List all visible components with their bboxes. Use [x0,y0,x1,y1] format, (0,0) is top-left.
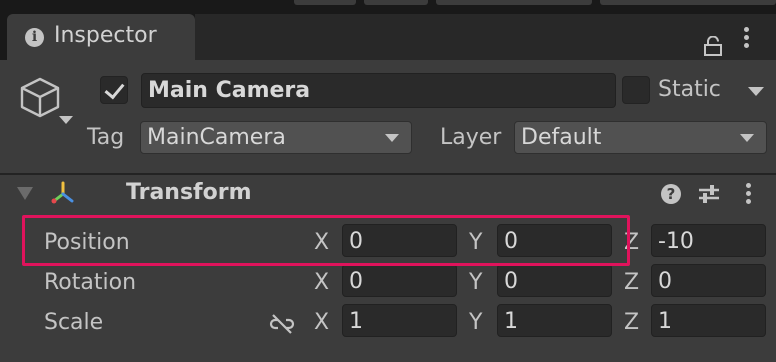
rotation-y-label[interactable]: Y [469,270,482,295]
active-checkbox[interactable] [100,76,128,104]
component-title: Transform [126,180,252,205]
help-icon[interactable] [661,184,681,204]
transform-header[interactable]: Transform [0,175,776,213]
tab-inspector-label: Inspector [54,23,157,48]
scale-x-field[interactable]: 1 [342,304,457,337]
lock-icon[interactable] [704,35,722,60]
toolbar-strip [0,0,776,12]
info-icon [25,28,44,47]
position-y-label[interactable]: Y [469,230,482,255]
tag-label: Tag [87,125,125,150]
link-broken-icon[interactable] [269,314,295,338]
position-z-label[interactable]: Z [624,230,639,255]
rotation-x-label[interactable]: X [314,270,329,295]
foldout-arrow-icon[interactable] [17,187,33,200]
toolbar-button[interactable] [600,0,776,5]
scale-row: Scale X 1 Y 1 Z 1 [0,304,776,344]
position-z-field[interactable]: -10 [651,224,766,257]
layer-dropdown-value: Default [521,125,602,150]
gameobject-name-field[interactable]: Main Camera [141,73,616,108]
tag-dropdown[interactable]: MainCamera [140,121,412,154]
kebab-menu-icon[interactable] [744,27,750,51]
static-label: Static [658,77,721,102]
position-row: Position X 0 Y 0 Z -10 [0,224,776,264]
tab-inspector[interactable]: Inspector [7,14,195,60]
cube-icon[interactable] [18,76,62,124]
rotation-label[interactable]: Rotation [44,270,136,295]
rotation-x-field[interactable]: 0 [342,264,457,297]
transform-axes-icon [50,180,76,210]
rotation-z-field[interactable]: 0 [651,264,766,297]
chevron-down-icon [740,134,754,142]
tab-bar: Inspector [0,12,776,60]
position-x-field[interactable]: 0 [342,224,457,257]
chevron-down-icon [385,134,399,142]
scale-y-label[interactable]: Y [469,310,482,335]
position-y-field[interactable]: 0 [497,224,612,257]
toolbar-button[interactable] [294,0,356,5]
rotation-y-field[interactable]: 0 [497,264,612,297]
tag-dropdown-value: MainCamera [147,125,286,150]
static-checkbox[interactable] [622,76,650,104]
scale-z-label[interactable]: Z [624,310,639,335]
scale-z-field[interactable]: 1 [651,304,766,337]
scale-label[interactable]: Scale [44,310,103,335]
kebab-menu-icon[interactable] [746,183,752,207]
icon-dropdown-caret-icon[interactable] [59,116,73,124]
rotation-z-label[interactable]: Z [624,270,639,295]
scale-x-label[interactable]: X [314,310,329,335]
toolbar-button[interactable] [436,0,592,5]
position-x-label[interactable]: X [314,230,329,255]
scale-y-field[interactable]: 1 [497,304,612,337]
rotation-row: Rotation X 0 Y 0 Z 0 [0,264,776,304]
position-label[interactable]: Position [44,230,130,255]
sliders-icon[interactable] [697,183,721,209]
toolbar-button[interactable] [364,0,428,5]
layer-label: Layer [440,125,502,150]
static-dropdown-caret-icon[interactable] [748,87,764,96]
tab-bar-empty [195,14,776,60]
layer-dropdown[interactable]: Default [514,121,767,154]
inspector-panel: Main Camera Static Tag MainCamera Layer … [0,60,776,362]
